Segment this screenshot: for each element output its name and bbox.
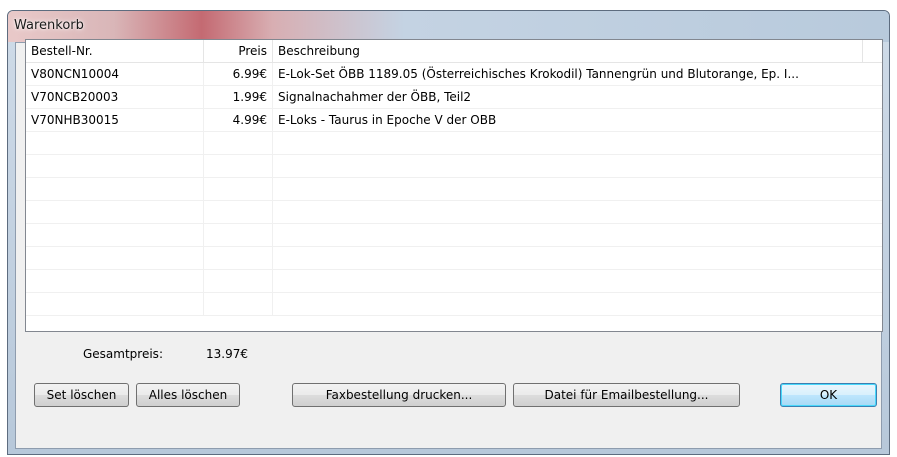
total-price-label: Gesamtpreis:: [83, 347, 163, 361]
cell-order-no: V70NHB30015: [26, 109, 204, 131]
fax-order-print-button[interactable]: Faxbestellung drucken...: [292, 383, 506, 407]
cell-price: 4.99€: [204, 109, 273, 131]
table-body: V80NCN10004 6.99€ E-Lok-Set ÖBB 1189.05 …: [26, 63, 882, 316]
cell-order-no: V70NCB20003: [26, 86, 204, 108]
column-header-description[interactable]: Beschreibung: [273, 40, 863, 62]
cell-price: 1.99€: [204, 86, 273, 108]
ok-button[interactable]: OK: [780, 383, 877, 407]
cell-order-no: V80NCN10004: [26, 63, 204, 85]
empty-row: [26, 155, 882, 178]
empty-row: [26, 270, 882, 293]
email-order-file-button[interactable]: Datei für Emailbestellung...: [513, 383, 740, 407]
table-row[interactable]: V70NCB20003 1.99€ Signalnachahmer der ÖB…: [26, 86, 882, 109]
table-header: Bestell-Nr. Preis Beschreibung: [26, 40, 882, 63]
set-delete-button[interactable]: Set löschen: [34, 383, 129, 407]
empty-row: [26, 224, 882, 247]
cart-dialog: Warenkorb Bestell-Nr. Preis Beschreibung…: [7, 10, 890, 455]
cell-description: Signalnachahmer der ÖBB, Teil2: [278, 90, 472, 104]
cart-table[interactable]: Bestell-Nr. Preis Beschreibung V80NCN100…: [25, 39, 883, 332]
empty-row: [26, 201, 882, 224]
window-title: Warenkorb: [14, 18, 84, 33]
table-row[interactable]: V70NHB30015 4.99€ E-Loks - Taurus in Epo…: [26, 109, 882, 132]
total-price-value: 13.97€: [206, 347, 248, 361]
cell-description: E-Loks - Taurus in Epoche V der OBB: [278, 113, 497, 127]
empty-row: [26, 247, 882, 270]
title-bar[interactable]: Warenkorb: [8, 11, 889, 42]
column-header-price[interactable]: Preis: [204, 40, 273, 62]
table-row[interactable]: V80NCN10004 6.99€ E-Lok-Set ÖBB 1189.05 …: [26, 63, 882, 86]
empty-row: [26, 293, 882, 316]
column-header-order-no[interactable]: Bestell-Nr.: [26, 40, 204, 62]
cell-price: 6.99€: [204, 63, 273, 85]
empty-row: [26, 178, 882, 201]
empty-row: [26, 132, 882, 155]
delete-all-button[interactable]: Alles löschen: [136, 383, 240, 407]
cell-description: E-Lok-Set ÖBB 1189.05 (Österreichisches …: [278, 67, 799, 81]
